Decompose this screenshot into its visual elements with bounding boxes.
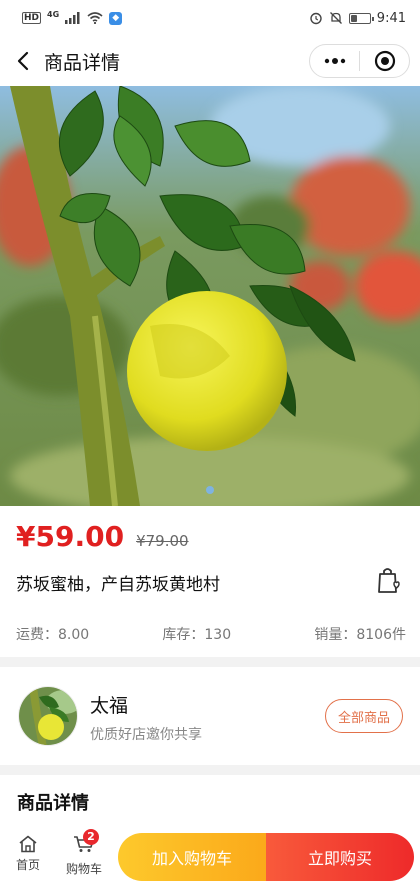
add-to-cart-button[interactable]: 加入购物车 bbox=[118, 833, 266, 881]
home-label: 首页 bbox=[15, 858, 40, 872]
signal-bars-icon bbox=[65, 12, 80, 24]
original-price: ¥79.00 bbox=[136, 532, 189, 550]
pomelo-photo bbox=[0, 86, 420, 506]
home-tab[interactable]: 首页 bbox=[8, 835, 48, 873]
shop-name: 太福 bbox=[90, 695, 129, 717]
target-icon[interactable] bbox=[360, 45, 409, 77]
status-left: HD 4G ◆ bbox=[22, 10, 123, 25]
status-right: 9:41 bbox=[309, 11, 406, 26]
alarm-icon bbox=[310, 12, 322, 25]
product-info: ¥59.00 ¥79.00 苏坂蜜柚，产自苏坂黄地村 运费：8.00 库存：13… bbox=[0, 506, 420, 657]
price-row: ¥59.00 ¥79.00 bbox=[16, 520, 189, 553]
back-arrow-icon[interactable] bbox=[0, 36, 46, 86]
mini-program-capsule bbox=[309, 44, 410, 78]
wifi-icon bbox=[87, 12, 103, 24]
cart-icon-wrap: 2 bbox=[73, 829, 99, 857]
all-goods-button[interactable]: 全部商品 bbox=[325, 699, 403, 733]
battery-icon bbox=[348, 12, 374, 24]
stats-row: 运费：8.00 库存：130 销量：8106件 bbox=[16, 624, 406, 644]
carousel-dot[interactable] bbox=[206, 486, 214, 494]
shop-avatar[interactable] bbox=[18, 686, 78, 746]
shop-card: 太福 优质好店邀你共享 全部商品 bbox=[0, 667, 420, 765]
cta-group: 加入购物车 立即购买 bbox=[118, 833, 414, 881]
mute-icon bbox=[329, 12, 342, 24]
details-title: 商品详情 bbox=[17, 793, 89, 814]
carousel-dots bbox=[0, 486, 420, 494]
hd-badge: HD bbox=[22, 12, 42, 24]
product-title: 苏坂蜜柚，产自苏坂黄地村 bbox=[16, 575, 220, 595]
shop-slogan: 优质好店邀你共享 bbox=[90, 727, 202, 743]
cart-tab[interactable]: 2 购物车 bbox=[64, 829, 104, 877]
shopping-bag-icon[interactable] bbox=[376, 566, 402, 594]
sales-count: 销量：8106件 bbox=[314, 627, 406, 643]
status-time: 9:41 bbox=[376, 10, 406, 26]
home-icon bbox=[19, 835, 37, 853]
page-title: 商品详情 bbox=[44, 51, 121, 74]
more-dots-icon[interactable] bbox=[310, 45, 359, 77]
app-icon: ◆ bbox=[109, 11, 123, 25]
stock-count: 库存：130 bbox=[162, 627, 232, 643]
cart-label: 购物车 bbox=[65, 862, 102, 876]
status-bar: HD 4G ◆ 9:41 bbox=[0, 0, 420, 36]
network-type: 4G bbox=[47, 10, 60, 19]
current-price: ¥59.00 bbox=[16, 520, 125, 553]
shipping-fee: 运费：8.00 bbox=[16, 627, 90, 643]
product-image[interactable] bbox=[0, 86, 420, 506]
buy-now-button[interactable]: 立即购买 bbox=[266, 833, 414, 881]
cart-badge: 2 bbox=[83, 829, 99, 845]
nav-bar: 商品详情 bbox=[0, 36, 420, 86]
bottom-action-bar: 首页 2 购物车 加入购物车 立即购买 bbox=[0, 825, 420, 887]
